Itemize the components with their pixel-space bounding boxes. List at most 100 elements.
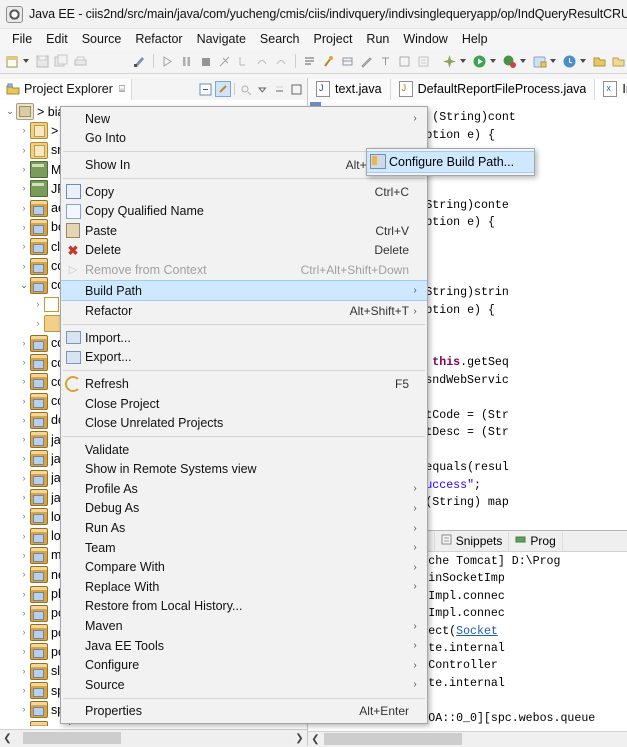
menu-refactor[interactable]: Refactor (128, 31, 189, 47)
open-folder-icon[interactable] (610, 53, 627, 70)
chevron-right-icon[interactable]: › (18, 454, 30, 463)
chevron-right-icon[interactable]: › (18, 184, 30, 193)
menu-source[interactable]: Source (75, 31, 129, 47)
chevron-right-icon[interactable]: › (18, 686, 30, 695)
menu-run[interactable]: Run (359, 31, 396, 47)
maximize-icon[interactable] (289, 82, 303, 96)
collapse-all-icon[interactable] (198, 82, 212, 96)
chevron-right-icon[interactable]: › (18, 396, 30, 406)
save-icon[interactable] (34, 53, 51, 70)
chevron-right-icon[interactable]: › (18, 377, 30, 386)
chevron-right-icon[interactable]: › (18, 512, 30, 521)
context-menu-item-replace-with[interactable]: Replace With › (61, 577, 427, 597)
new-wizard-icon[interactable] (4, 53, 21, 70)
submenu-item-configure-build-path[interactable]: Configure Build Path... (367, 151, 534, 173)
context-menu-item-refresh[interactable]: Refresh F5 (61, 374, 427, 394)
view-menu-icon[interactable] (255, 82, 269, 96)
scroll-right-icon[interactable]: ❯ (292, 733, 307, 744)
context-menu-item-compare-with[interactable]: Compare With › (61, 557, 427, 577)
open-resource-icon[interactable] (591, 53, 608, 70)
project-tree-hscrollbar[interactable]: ❮ ❯ (0, 729, 307, 746)
debug-icon[interactable] (501, 53, 518, 70)
close-icon[interactable]: ⌸ (119, 84, 125, 95)
console-hscroll-thumb[interactable] (324, 733, 462, 745)
chevron-right-icon[interactable]: › (18, 165, 30, 174)
context-menu-item-paste[interactable]: Paste Ctrl+V (61, 221, 427, 241)
hscroll-track[interactable] (15, 732, 292, 744)
chevron-right-icon[interactable]: › (18, 570, 30, 579)
chevron-right-icon[interactable]: › (18, 666, 30, 676)
step-return-icon[interactable] (273, 53, 290, 70)
context-menu-item-import[interactable]: Import... (61, 328, 427, 348)
external-tools-icon[interactable] (131, 53, 148, 70)
chevron-down-icon[interactable]: ⌄ (4, 107, 16, 116)
chevron-right-icon[interactable]: › (18, 493, 30, 502)
new-java-project-dropdown-icon[interactable] (460, 59, 466, 63)
context-menu-item-new[interactable]: New › (61, 109, 427, 129)
context-menu-item-export[interactable]: Export... (61, 348, 427, 368)
chevron-right-icon[interactable]: › (18, 705, 30, 714)
chevron-right-icon[interactable]: › (18, 531, 30, 541)
chevron-right-icon[interactable]: › (32, 300, 44, 309)
tab-project-explorer[interactable]: Project Explorer ⌸ (0, 78, 132, 100)
hscroll-thumb[interactable] (23, 732, 121, 744)
editor-tab-ind[interactable]: Ind (595, 78, 627, 100)
chevron-right-icon[interactable]: › (18, 473, 30, 483)
menu-project[interactable]: Project (307, 31, 360, 47)
context-menu-item-copy-qualified-name[interactable]: Copy Qualified Name (61, 201, 427, 221)
menu-window[interactable]: Window (396, 31, 454, 47)
context-menu-item-copy[interactable]: Copy Ctrl+C (61, 182, 427, 202)
scroll-left-icon[interactable]: ❮ (0, 733, 15, 744)
run-last-tool-icon[interactable] (320, 53, 337, 70)
new-java-project-icon[interactable] (441, 53, 458, 70)
chevron-right-icon[interactable]: › (18, 628, 30, 637)
build-path-submenu[interactable]: Configure Build Path... (366, 148, 535, 176)
console-tab-progress[interactable]: Prog (509, 531, 563, 551)
next-annotation-icon[interactable] (377, 53, 394, 70)
run-icon[interactable] (471, 53, 488, 70)
disconnect-icon[interactable] (216, 53, 233, 70)
show-whitespace-icon[interactable] (415, 53, 432, 70)
chevron-right-icon[interactable]: › (18, 435, 30, 444)
run-dropdown-icon[interactable] (490, 59, 496, 63)
profile-icon[interactable] (531, 53, 548, 70)
context-menu-item-profile-as[interactable]: Profile As › (61, 479, 427, 499)
chevron-right-icon[interactable]: › (18, 145, 30, 155)
context-menu-item-restore-from-local-history[interactable]: Restore from Local History... (61, 597, 427, 617)
open-type-icon[interactable] (339, 53, 356, 70)
console-scroll-left-icon[interactable]: ❮ (308, 734, 323, 745)
chevron-right-icon[interactable]: › (18, 222, 30, 232)
context-menu-item-close-project[interactable]: Close Project (61, 394, 427, 414)
chevron-right-icon[interactable]: › (32, 319, 44, 328)
chevron-right-icon[interactable]: › (18, 589, 30, 599)
editor-tab-default-report[interactable]: DefaultReportFileProcess.java (390, 78, 596, 100)
console-hscrollbar[interactable]: ❮ (308, 731, 627, 747)
terminate-icon[interactable] (197, 53, 214, 70)
chevron-down-icon[interactable]: ⌄ (18, 280, 30, 290)
project-context-menu[interactable]: New›Go IntoShow InAlt+Shift+W›CopyCtrl+C… (60, 106, 428, 725)
format-icon[interactable] (301, 53, 318, 70)
menu-help[interactable]: Help (455, 31, 495, 47)
context-menu-item-maven[interactable]: Maven › (61, 616, 427, 636)
focus-icon[interactable] (238, 82, 252, 96)
minimize-icon[interactable] (272, 82, 286, 96)
editor-tab-text-java[interactable]: text.java (308, 78, 391, 100)
chevron-right-icon[interactable]: › (18, 126, 30, 135)
toggle-mark-occurrences-icon[interactable] (396, 53, 413, 70)
console-tab-snippets[interactable]: Snippets (435, 531, 510, 551)
menu-search[interactable]: Search (253, 31, 307, 47)
context-menu-item-debug-as[interactable]: Debug As › (61, 499, 427, 519)
chevron-right-icon[interactable]: › (18, 242, 30, 251)
chevron-right-icon[interactable]: › (18, 608, 30, 618)
chevron-right-icon[interactable]: › (18, 203, 30, 213)
save-all-icon[interactable] (53, 53, 70, 70)
resume-icon[interactable] (159, 53, 176, 70)
print-icon[interactable] (72, 53, 89, 70)
context-menu-item-source[interactable]: Source › (61, 675, 427, 695)
new-wizard-dropdown-icon[interactable] (23, 59, 29, 63)
context-menu-item-build-path[interactable]: Build Path › (61, 279, 427, 302)
context-menu-item-go-into[interactable]: Go Into (61, 129, 427, 149)
chevron-right-icon[interactable]: › (18, 415, 30, 425)
context-menu-item-team[interactable]: Team › (61, 538, 427, 558)
suspend-icon[interactable] (178, 53, 195, 70)
